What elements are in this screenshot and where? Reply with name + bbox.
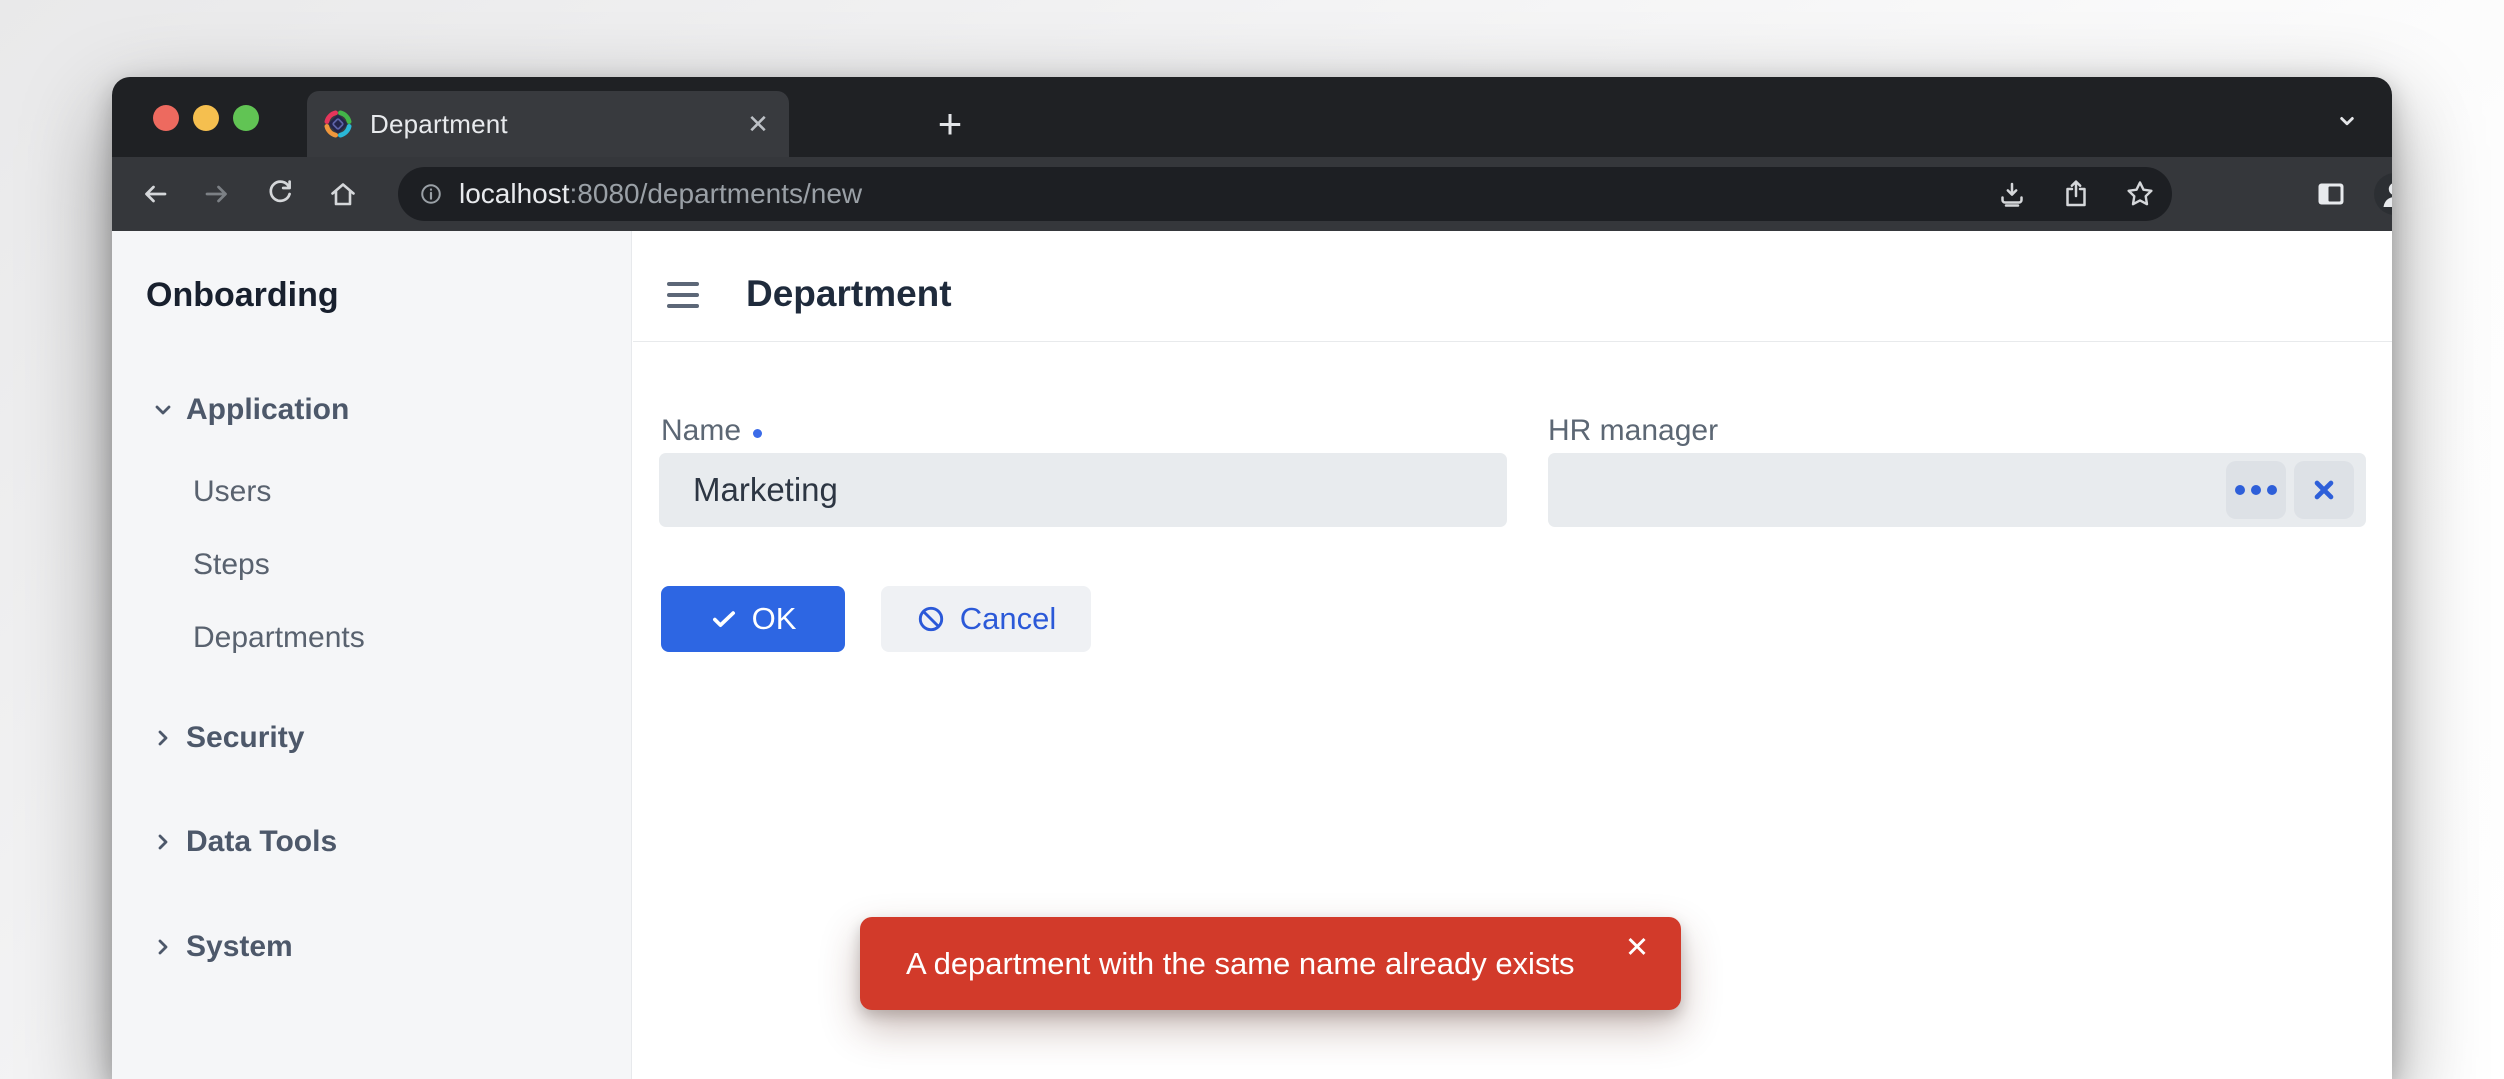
sidebar-item-label: Security (186, 721, 304, 755)
url-path: :8080/departments/new (570, 178, 863, 209)
browser-tab[interactable]: Department ✕ (307, 91, 789, 157)
forward-icon[interactable] (199, 176, 235, 212)
page-content: Onboarding Application Users Steps Depar… (112, 231, 2392, 1079)
sidebar-item-system[interactable]: System (112, 927, 631, 967)
minimize-window-button[interactable] (193, 105, 219, 131)
back-icon[interactable] (137, 176, 173, 212)
jmix-favicon (321, 107, 355, 141)
sidebar-item-steps[interactable]: Steps (112, 545, 631, 585)
url-host: localhost (459, 178, 570, 209)
sidebar-item-label: Data Tools (186, 825, 337, 859)
header-divider (633, 341, 2392, 342)
toast-message: A department with the same name already … (906, 917, 1575, 1010)
share-icon[interactable] (2058, 176, 2094, 212)
chevron-down-icon (150, 397, 176, 423)
name-label: Name (661, 413, 762, 449)
reload-icon[interactable] (262, 176, 298, 212)
sidebar-item-label: Application (186, 393, 349, 427)
cancel-button-label: Cancel (960, 601, 1057, 637)
url-text: localhost:8080/departments/new (459, 178, 862, 210)
hr-manager-label: HR manager (1548, 413, 1718, 449)
sidebar-item-data-tools[interactable]: Data Tools (112, 822, 631, 862)
browser-toolbar: localhost:8080/departments/new (112, 157, 2392, 231)
home-icon[interactable] (325, 176, 361, 212)
tab-title: Department (370, 109, 741, 140)
new-tab-button[interactable]: + (928, 102, 972, 146)
address-bar[interactable]: localhost:8080/departments/new (398, 167, 2172, 221)
name-label-text: Name (661, 414, 741, 448)
chevron-right-icon (150, 725, 176, 751)
hr-manager-label-text: HR manager (1548, 414, 1718, 448)
sidebar-item-security[interactable]: Security (112, 718, 631, 758)
app-sidebar: Onboarding Application Users Steps Depar… (112, 231, 632, 1079)
cancel-button[interactable]: Cancel (881, 586, 1091, 652)
download-icon[interactable] (1994, 176, 2030, 212)
required-indicator (753, 429, 762, 438)
side-panel-icon[interactable] (2313, 176, 2349, 212)
sidebar-item-application[interactable]: Application (112, 390, 631, 430)
sidebar-item-label: Departments (193, 621, 365, 655)
tab-close-icon[interactable]: ✕ (741, 107, 775, 141)
sidebar-item-departments[interactable]: Departments (112, 618, 631, 658)
window-controls (153, 105, 259, 131)
ellipsis-icon (2235, 485, 2277, 495)
close-icon[interactable]: ✕ (1617, 927, 1657, 967)
sidebar-item-label: Steps (193, 548, 270, 582)
main-panel: Department Name HR manager (633, 231, 2392, 1079)
chevron-right-icon (150, 934, 176, 960)
name-input[interactable] (659, 453, 1507, 527)
browser-window: Department ✕ + localhost:8080/department… (112, 77, 2392, 1079)
sidebar-item-label: System (186, 930, 293, 964)
close-window-button[interactable] (153, 105, 179, 131)
bookmark-star-icon[interactable] (2122, 176, 2158, 212)
hr-manager-field (1548, 453, 2366, 527)
check-icon (710, 605, 738, 633)
sidebar-item-users[interactable]: Users (112, 472, 631, 512)
ban-icon (916, 604, 946, 634)
clear-value-icon[interactable] (2294, 461, 2354, 519)
site-info-icon[interactable] (416, 179, 446, 209)
profile-avatar[interactable] (2373, 172, 2392, 216)
error-toast: A department with the same name already … (860, 917, 1681, 1010)
sidebar-item-label: Users (193, 475, 271, 509)
lookup-ellipsis-icon[interactable] (2226, 461, 2286, 519)
address-bar-actions (1994, 176, 2172, 212)
hr-manager-actions (2226, 461, 2354, 519)
tab-strip: Department ✕ + (112, 77, 2392, 157)
chevron-right-icon (150, 829, 176, 855)
page-title: Department (746, 273, 952, 315)
zoom-window-button[interactable] (233, 105, 259, 131)
ok-button-label: OK (752, 601, 797, 637)
menu-toggle-icon[interactable] (665, 278, 701, 312)
tab-search-chevron-icon[interactable] (2325, 105, 2369, 141)
app-title: Onboarding (146, 275, 339, 315)
ok-button[interactable]: OK (661, 586, 845, 652)
